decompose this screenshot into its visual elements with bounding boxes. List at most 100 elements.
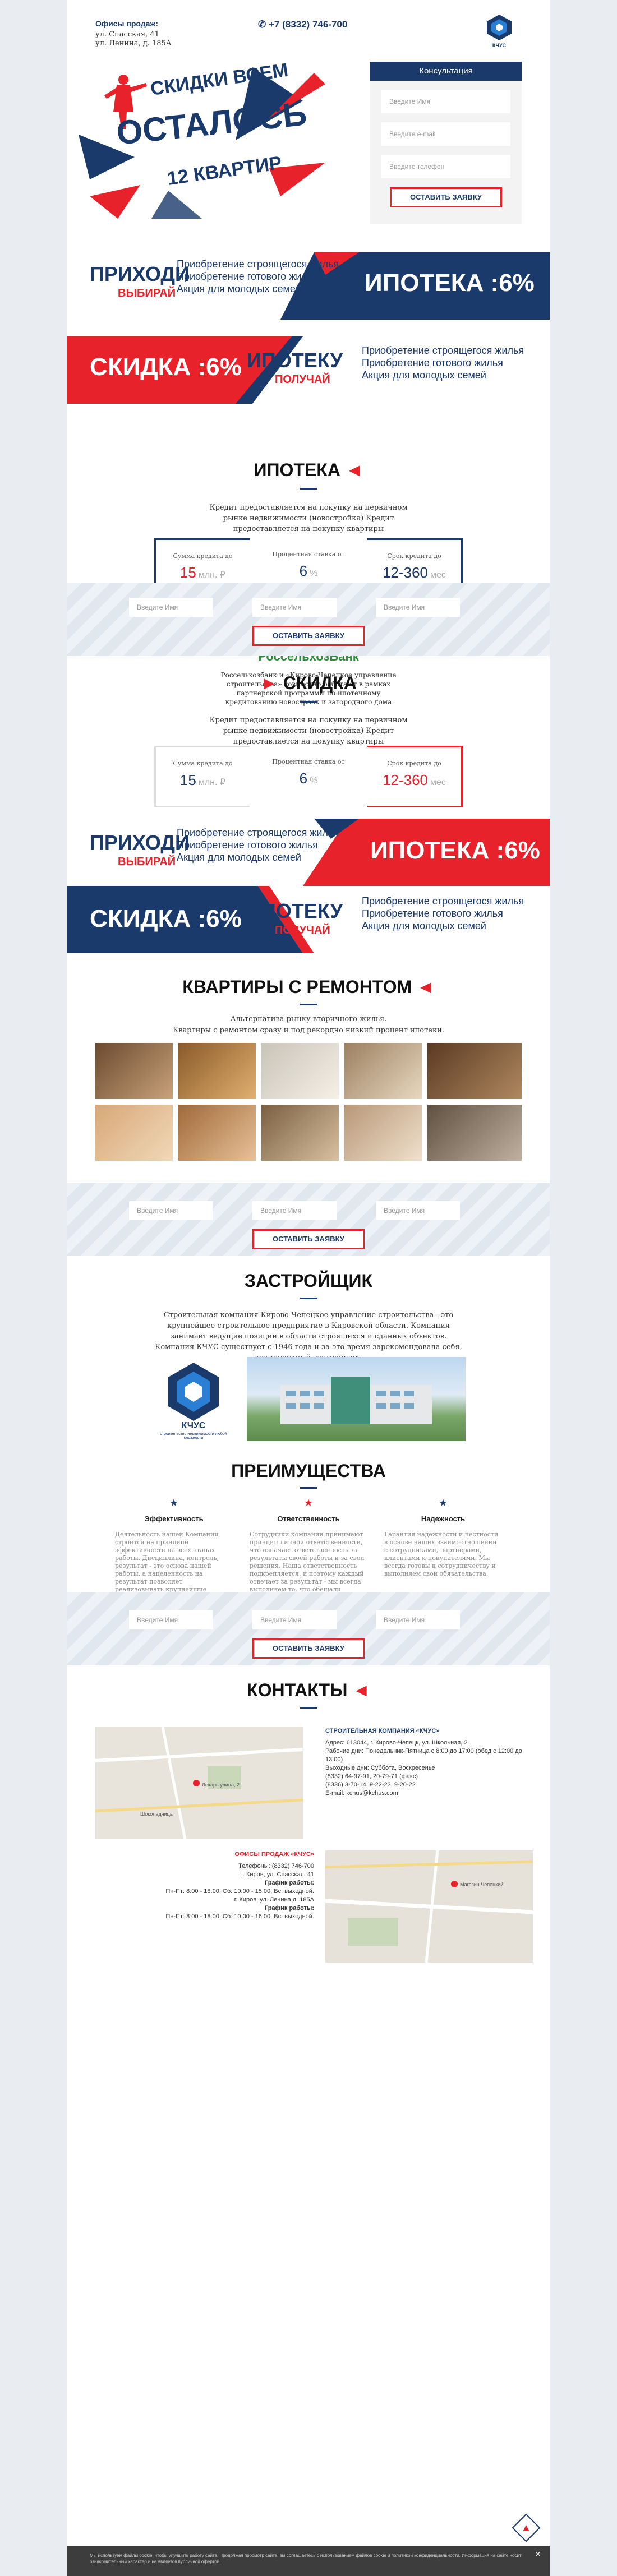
advantage-text: Сотрудники компании принимают принцип ли… bbox=[250, 1531, 365, 1601]
office-hours-label: График работы: bbox=[264, 1880, 314, 1886]
strip-submit-button[interactable]: ОСТАВИТЬ ЗАЯВКУ bbox=[252, 1638, 365, 1659]
cookie-footer: Мы используем файлы cookie, чтобы улучши… bbox=[67, 2546, 550, 2576]
office-hours-label: График работы: bbox=[264, 1905, 314, 1912]
request-form-strip-2: Введите Имя Введите Имя Введите Имя ОСТА… bbox=[67, 1183, 550, 1256]
advantage-item: ★ Эффективность Деятельность нашей Компа… bbox=[115, 1497, 233, 1601]
banner-list-item: Приобретение строящегося жилья bbox=[177, 827, 339, 838]
apartments-text-2: Квартиры с ремонтом сразу и под рекордно… bbox=[173, 1026, 444, 1035]
title-underline bbox=[300, 701, 317, 703]
office-address-2: г. Киров, ул. Ленина д. 185А bbox=[234, 1896, 314, 1903]
banner-list: Приобретение строящегося жилья Приобрете… bbox=[362, 895, 524, 932]
strip-name-input[interactable]: Введите Имя bbox=[129, 1201, 213, 1220]
strip-phone-input[interactable]: Введите Имя bbox=[376, 1201, 460, 1220]
arrow-icon: ► bbox=[260, 673, 278, 693]
map-label: Лекарь улица, 2 bbox=[202, 1782, 240, 1788]
office-building-photo bbox=[247, 1357, 466, 1441]
company-label: СТРОИТЕЛЬНАЯ КОМПАНИЯ «КЧУС» bbox=[325, 1728, 440, 1734]
gallery-photo[interactable] bbox=[427, 1105, 522, 1161]
banner-list-item: Приобретение готового жилья bbox=[177, 839, 318, 851]
contacts-title: КОНТАКТЫ ◄ bbox=[67, 1680, 550, 1701]
rate-number: 6 bbox=[299, 770, 308, 787]
discount-title-text: СКИДКА bbox=[283, 673, 357, 693]
gallery-photo[interactable] bbox=[95, 1105, 173, 1161]
advantage-title: Эффективность bbox=[144, 1515, 204, 1523]
strip-phone-input[interactable]: Введите Имя bbox=[376, 1610, 460, 1629]
banner-list-item: Приобретение строящегося жилья bbox=[362, 895, 524, 907]
offices-phones: Телефоны: (8332) 746-700 bbox=[238, 1863, 314, 1869]
advantage-item: ★ Ответственность Сотрудники компании пр… bbox=[250, 1497, 367, 1601]
office-hours-1: Пн-Пт: 8:00 - 18:00, Сб: 10:00 - 15:00, … bbox=[165, 1888, 314, 1895]
map-1[interactable]: Лекарь улица, 2 Шоколадница bbox=[95, 1726, 303, 1840]
arrow-icon: ◄ bbox=[352, 1680, 370, 1700]
advantage-title: Ответственность bbox=[277, 1515, 340, 1523]
discount-title: ► СКИДКА bbox=[67, 673, 550, 694]
company-contacts: СТРОИТЕЛЬНАЯ КОМПАНИЯ «КЧУС» Адрес: 6130… bbox=[325, 1727, 533, 1798]
gallery-photo[interactable] bbox=[95, 1043, 173, 1099]
amount-number: 15 bbox=[179, 772, 196, 788]
office-hours-2: Пн-Пт: 8:00 - 18:00, Сб: 10:00 - 16:00, … bbox=[165, 1913, 314, 1920]
calc-term: Срок кредита до 12-360 мес bbox=[367, 746, 463, 807]
office-address-1: г. Киров, ул. Спасская, 41 bbox=[241, 1871, 314, 1878]
calc-amount: Сумма кредита до 15 млн. ₽ bbox=[154, 746, 250, 807]
banner-promo-discount: СКИДКА :6% bbox=[90, 905, 242, 932]
map-pin-icon bbox=[193, 1780, 200, 1786]
company-phone-1: (8332) 64-97-91, 20-79-71 (факс) bbox=[325, 1773, 418, 1780]
strip-name-input[interactable]: Введите Имя bbox=[129, 1610, 213, 1629]
title-underline bbox=[300, 1298, 317, 1299]
banner-list-item: Приобретение готового жилья bbox=[362, 908, 503, 919]
banner-list-item: Акция для молодых семей bbox=[362, 920, 486, 931]
gallery-photo[interactable] bbox=[344, 1105, 422, 1161]
advantages-title: ПРЕИМУЩЕСТВА bbox=[231, 1461, 386, 1481]
developer-logo-name: КЧУС bbox=[181, 1421, 206, 1430]
company-workdays: Рабочие дни: Понедельник-Пятница с 8:00 … bbox=[325, 1748, 522, 1763]
offices-label: ОФИСЫ ПРОДАЖ «КЧУС» bbox=[234, 1851, 314, 1858]
strip-email-input[interactable]: Введите Имя bbox=[252, 1201, 337, 1220]
calc-rate: Процентная ставка от 6% bbox=[261, 746, 356, 807]
banner-big-text: ИПОТЕКУ bbox=[247, 899, 343, 922]
calc-rate-label: Процентная ставка от bbox=[272, 758, 345, 765]
advantage-text: Деятельность нашей Компании строится на … bbox=[115, 1531, 219, 1601]
star-icon: ★ bbox=[169, 1497, 179, 1509]
close-icon[interactable]: ✕ bbox=[535, 2551, 541, 2557]
map-label: Шоколадница bbox=[140, 1811, 173, 1817]
gallery-photo[interactable] bbox=[178, 1043, 256, 1099]
apartment-gallery bbox=[95, 1043, 522, 1172]
scroll-top-button[interactable]: ▲ bbox=[512, 2513, 541, 2542]
discount-text: Кредит предоставляется на покупку на пер… bbox=[209, 716, 408, 746]
strip-submit-button[interactable]: ОСТАВИТЬ ЗАЯВКУ bbox=[252, 1229, 365, 1249]
developer-logo: КЧУС строительство недвижимости любой сл… bbox=[151, 1357, 236, 1441]
contacts-title-text: КОНТАКТЫ bbox=[247, 1680, 348, 1700]
gallery-photo[interactable] bbox=[178, 1105, 256, 1161]
gallery-photo[interactable] bbox=[261, 1043, 339, 1099]
gallery-photo[interactable] bbox=[427, 1043, 522, 1099]
map-2[interactable]: Магазин Чепецкий bbox=[325, 1850, 533, 1963]
apartments-title: КВАРТИРЫ С РЕМОНТОМ ◄ bbox=[67, 977, 550, 998]
banner-small-text: ВЫБИРАЙ bbox=[118, 856, 176, 868]
company-phone-2: (8336) 3-70-14, 9-22-23, 9-20-22 bbox=[325, 1781, 416, 1788]
strip-email-input[interactable]: Введите Имя bbox=[252, 1610, 337, 1629]
title-underline bbox=[300, 1487, 317, 1489]
banner-discount-mortgage-2: СКИДКА :6% ИПОТЕКУ ПОЛУЧАЙ Приобретение … bbox=[67, 886, 550, 953]
gallery-photo[interactable] bbox=[261, 1105, 339, 1161]
banner-small-text: ПОЛУЧАЙ bbox=[275, 924, 330, 936]
banner-big-text: ПРИХОДИ bbox=[90, 831, 190, 854]
developer-title: ЗАСТРОЙЩИК bbox=[244, 1271, 373, 1291]
page-body-2: ► СКИДКА Кредит предоставляется на покуп… bbox=[67, 0, 550, 2576]
apartments-title-text: КВАРТИРЫ С РЕМОНТОМ bbox=[182, 977, 412, 997]
map-label: Магазин Чепецкий bbox=[460, 1882, 504, 1887]
star-icon: ★ bbox=[438, 1497, 448, 1509]
rate-unit: % bbox=[310, 776, 318, 786]
arrow-icon: ◄ bbox=[417, 977, 435, 997]
term-number: 12-360 bbox=[383, 772, 429, 788]
advantage-title: Надежность bbox=[421, 1515, 466, 1523]
apartments-text-1: Альтернатива рынку вторичного жилья. bbox=[230, 1015, 387, 1023]
arrow-up-icon: ▲ bbox=[523, 2523, 529, 2532]
calc-term-label: Срок кредита до bbox=[387, 760, 441, 767]
term-unit: мес bbox=[430, 778, 446, 787]
banner-list: Приобретение строящегося жилья Приобрете… bbox=[177, 827, 339, 864]
company-email[interactable]: E-mail: kchus@kchus.com bbox=[325, 1789, 533, 1798]
gallery-photo[interactable] bbox=[344, 1043, 422, 1099]
map-pin-icon bbox=[451, 1881, 458, 1887]
company-address: Адрес: 613044, г. Кирово-Чепецк, ул. Шко… bbox=[325, 1739, 468, 1746]
company-weekend: Выходные дни: Суббота, Воскресенье bbox=[325, 1765, 435, 1771]
